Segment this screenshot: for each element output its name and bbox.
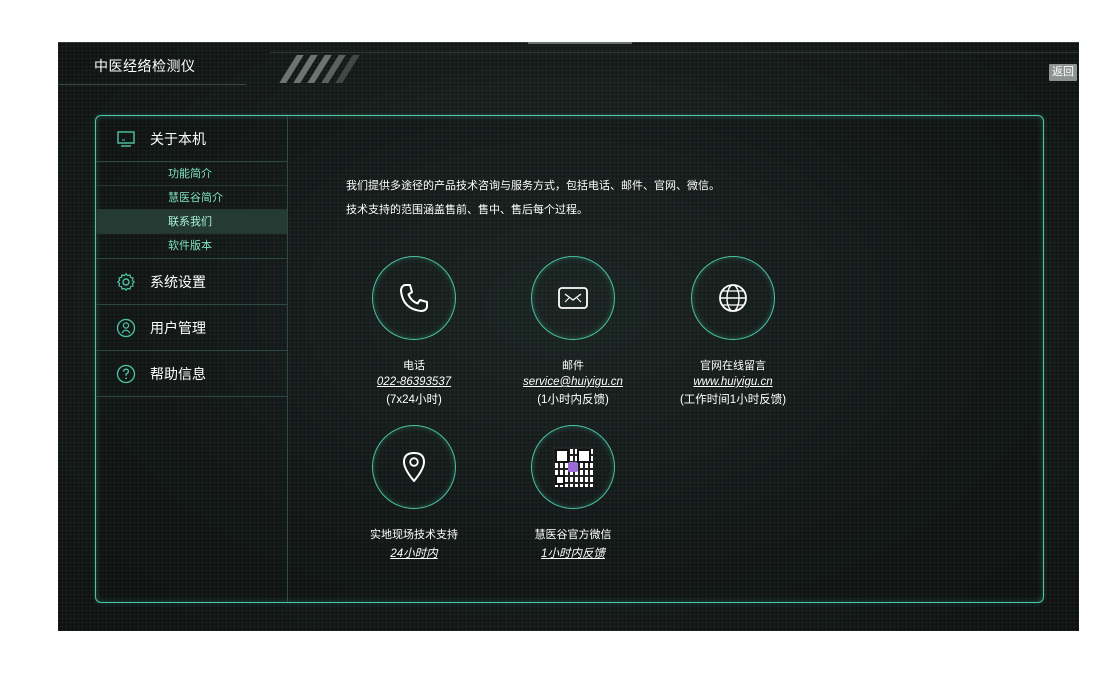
title-stripes-decoration bbox=[279, 55, 370, 83]
user-icon bbox=[116, 318, 136, 338]
sidebar-item-label: 帮助信息 bbox=[150, 365, 206, 382]
sidebar-item-about[interactable]: 关于本机 bbox=[96, 116, 287, 162]
website-link[interactable]: www.huiyigu.cn bbox=[653, 376, 813, 388]
submenu-item-version[interactable]: 软件版本 bbox=[96, 234, 287, 258]
sidebar-item-help[interactable]: 帮助信息 bbox=[96, 351, 287, 397]
wechat-qr-code bbox=[553, 447, 593, 487]
qr-code-icon bbox=[531, 425, 615, 509]
contact-label: 实地现场技术支持 bbox=[370, 529, 458, 541]
back-button[interactable]: 返回 bbox=[1049, 64, 1077, 81]
submenu-item-features[interactable]: 功能简介 bbox=[96, 162, 287, 186]
sidebar-item-label: 系统设置 bbox=[150, 273, 206, 290]
contact-onsite: 实地现场技术支持 24小时内 bbox=[334, 425, 494, 561]
location-pin-icon bbox=[372, 425, 456, 509]
submenu-item-contact[interactable]: 联系我们 bbox=[96, 210, 287, 234]
globe-icon bbox=[691, 256, 775, 340]
intro-line-2: 技术支持的范围涵盖售前、售中、售后每个过程。 bbox=[346, 204, 588, 216]
contact-label: 慧医谷官方微信 bbox=[534, 529, 612, 541]
contact-note: (工作时间1小时反馈) bbox=[679, 394, 787, 406]
email-link[interactable]: service@huiyigu.cn bbox=[493, 376, 653, 388]
sidebar-item-users[interactable]: 用户管理 bbox=[96, 305, 287, 351]
contact-wechat: 慧医谷官方微信 1小时内反馈 bbox=[493, 425, 653, 561]
main-panel: 关于本机 功能简介 慧医谷简介 联系我们 软件版本 系统设置 用户管理 帮助信息… bbox=[95, 115, 1044, 603]
title-underline bbox=[58, 84, 246, 85]
monitor-icon bbox=[116, 129, 136, 149]
sidebar-item-label: 关于本机 bbox=[150, 130, 206, 147]
phone-number-link[interactable]: 022-86393537 bbox=[334, 376, 494, 388]
contact-label: 官网在线留言 bbox=[700, 360, 766, 372]
top-accent-bar bbox=[528, 42, 632, 44]
wechat-response-link[interactable]: 1小时内反馈 bbox=[493, 545, 653, 561]
sidebar-item-label: 用户管理 bbox=[150, 319, 206, 336]
title-decoration-line bbox=[270, 52, 1079, 53]
contact-website: 官网在线留言 www.huiyigu.cn (工作时间1小时反馈) bbox=[653, 256, 813, 407]
contact-phone: 电话 022-86393537 (7x24小时) bbox=[334, 256, 494, 407]
gear-icon bbox=[116, 272, 136, 292]
intro-line-1: 我们提供多途径的产品技术咨询与服务方式，包括电话、邮件、官网、微信。 bbox=[346, 180, 720, 192]
phone-icon bbox=[372, 256, 456, 340]
help-icon bbox=[116, 364, 136, 384]
contact-content: 我们提供多途径的产品技术咨询与服务方式，包括电话、邮件、官网、微信。 技术支持的… bbox=[288, 116, 1043, 602]
mail-icon bbox=[531, 256, 615, 340]
about-submenu: 功能简介 慧医谷简介 联系我们 软件版本 bbox=[96, 162, 287, 259]
contact-note: (1小时内反馈) bbox=[537, 394, 609, 406]
contact-label: 电话 bbox=[403, 360, 425, 372]
contact-label: 邮件 bbox=[562, 360, 584, 372]
intro-text: 我们提供多途径的产品技术咨询与服务方式，包括电话、邮件、官网、微信。 技术支持的… bbox=[346, 174, 720, 222]
app-title: 中医经络检测仪 bbox=[94, 58, 196, 74]
sidebar-item-settings[interactable]: 系统设置 bbox=[96, 259, 287, 305]
submenu-item-company[interactable]: 慧医谷简介 bbox=[96, 186, 287, 210]
sidebar: 关于本机 功能简介 慧医谷简介 联系我们 软件版本 系统设置 用户管理 帮助信息 bbox=[96, 116, 288, 602]
contact-note: (7x24小时) bbox=[386, 394, 442, 406]
contact-email: 邮件 service@huiyigu.cn (1小时内反馈) bbox=[493, 256, 653, 407]
onsite-response-link[interactable]: 24小时内 bbox=[334, 545, 494, 561]
app-window: 中医经络检测仪 返回 关于本机 功能简介 慧医谷简介 联系我们 软件版本 系统设… bbox=[58, 42, 1079, 631]
